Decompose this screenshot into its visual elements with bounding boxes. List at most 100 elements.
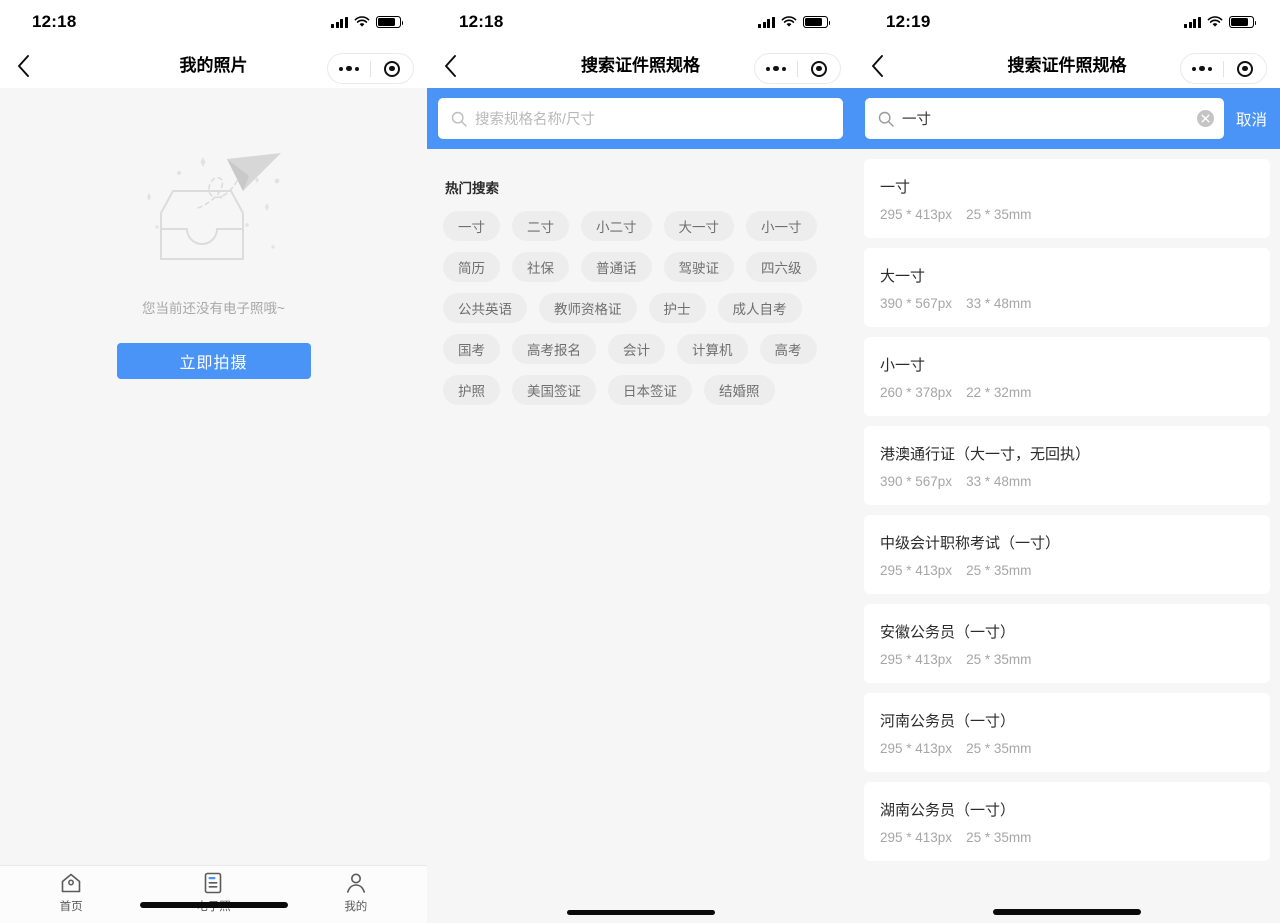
hot-search-tag[interactable]: 美国签证 (512, 375, 596, 405)
back-button[interactable] (427, 55, 473, 77)
spec-dimensions: 295 * 413px 25 * 35mm (880, 563, 1254, 578)
wechat-capsule (1180, 53, 1267, 84)
target-circle-icon (384, 60, 400, 77)
search-icon (878, 111, 894, 127)
hot-search-tag[interactable]: 社保 (512, 252, 569, 282)
spec-result-card[interactable]: 大一寸 390 * 567px 33 * 48mm (864, 248, 1270, 327)
status-bar: 12:18 (427, 0, 854, 44)
search-bar: 一寸 取消 (854, 88, 1280, 149)
status-bar: 12:18 (0, 0, 427, 44)
hot-search-tag[interactable]: 高考报名 (512, 334, 596, 364)
hot-search-tag[interactable]: 二寸 (512, 211, 569, 241)
spec-result-card[interactable]: 港澳通行证（大一寸，无回执） 390 * 567px 33 * 48mm (864, 426, 1270, 505)
spec-name: 大一寸 (880, 268, 926, 285)
spec-result-card[interactable]: 河南公务员（一寸） 295 * 413px 25 * 35mm (864, 693, 1270, 772)
screen-search-spec: 12:18 搜索证件照规格 搜索规格名称/尺寸 热门搜索 一寸 二寸 小二寸 大… (427, 0, 854, 923)
hot-search-tag[interactable]: 小一寸 (746, 211, 817, 241)
cancel-button[interactable]: 取消 (1224, 108, 1269, 130)
spec-result-card[interactable]: 安徽公务员（一寸） 295 * 413px 25 * 35mm (864, 604, 1270, 683)
spec-mm-size: 22 * 32mm (966, 385, 1032, 400)
tab-mine[interactable]: 我的 (285, 871, 427, 914)
status-time: 12:18 (32, 12, 77, 31)
search-value: 一寸 (902, 112, 931, 128)
wifi-icon (1207, 16, 1223, 27)
status-icons (1183, 16, 1257, 28)
spec-mm-size: 25 * 35mm (966, 830, 1032, 845)
nav-bar: 我的照片 (0, 44, 427, 88)
empty-state: 您当前还没有电子照哦~ 立即拍摄 (0, 88, 427, 379)
search-input[interactable]: 一寸 (865, 98, 1224, 139)
wechat-capsule (327, 53, 414, 84)
spec-pixel-size: 295 * 413px (880, 207, 953, 222)
more-menu-button[interactable] (328, 65, 370, 72)
hot-search-panel: 热门搜索 一寸 二寸 小二寸 大一寸 小一寸 简历 社保 普通话 驾驶证 四六级 公共英语 教师资格证… (427, 149, 854, 923)
wifi-icon (354, 16, 370, 27)
more-menu-button[interactable] (755, 65, 797, 72)
hot-search-tag[interactable]: 小二寸 (581, 211, 652, 241)
screenshot-root: 12:18 我的照片 您当前还没有电子照哦~ 立即拍摄 首页 我的 12:18 … (0, 0, 1280, 923)
hot-search-tag[interactable]: 国考 (443, 334, 500, 364)
spec-dimensions: 295 * 413px 25 * 35mm (880, 830, 1254, 845)
tab-home-label: 首页 (59, 901, 83, 913)
hot-search-tag[interactable]: 护士 (648, 293, 706, 323)
spec-name: 港澳通行证（大一寸，无回执） (880, 446, 1091, 463)
hot-search-tag[interactable]: 计算机 (677, 334, 748, 364)
spec-name: 中级会计职称考试（一寸） (880, 535, 1061, 552)
hot-search-tag[interactable]: 一寸 (443, 211, 500, 241)
spec-pixel-size: 260 * 378px (880, 385, 953, 400)
hot-search-tag[interactable]: 高考 (759, 334, 817, 364)
home-indicator (566, 910, 715, 915)
hot-search-tag[interactable]: 公共英语 (443, 293, 527, 323)
close-miniprogram-button[interactable] (798, 60, 840, 77)
clear-circle-icon[interactable] (1196, 110, 1214, 127)
status-icons (330, 16, 404, 28)
spec-dimensions: 260 * 378px 22 * 32mm (880, 385, 1254, 400)
hot-search-tag[interactable]: 教师资格证 (539, 293, 637, 323)
hot-search-tag[interactable]: 大一寸 (663, 211, 734, 241)
hot-search-tag[interactable]: 驾驶证 (663, 252, 734, 282)
home-indicator (139, 902, 288, 908)
chevron-left-icon (17, 55, 29, 77)
battery-icon (376, 16, 404, 28)
back-button[interactable] (0, 55, 46, 77)
hot-search-tag[interactable]: 成人自考 (717, 293, 802, 323)
tab-mine-label: 我的 (344, 901, 368, 913)
hot-search-tag-row: 一寸 二寸 小二寸 大一寸 小一寸 (441, 211, 840, 241)
spec-mm-size: 25 * 35mm (966, 563, 1032, 578)
more-menu-button[interactable] (1181, 65, 1223, 72)
target-circle-icon (1237, 60, 1253, 77)
spec-result-card[interactable]: 小一寸 260 * 378px 22 * 32mm (864, 337, 1270, 416)
spec-result-card[interactable]: 中级会计职称考试（一寸） 295 * 413px 25 * 35mm (864, 515, 1270, 594)
hot-search-tags: 一寸 二寸 小二寸 大一寸 小一寸 简历 社保 普通话 驾驶证 四六级 公共英语 教师资格证 护士 成人自… (441, 211, 840, 405)
search-bar: 搜索规格名称/尺寸 (427, 88, 854, 149)
home-indicator (993, 909, 1141, 915)
hot-search-tag[interactable]: 简历 (443, 252, 500, 282)
search-input[interactable]: 搜索规格名称/尺寸 (438, 98, 843, 139)
hot-search-tag[interactable]: 会计 (608, 334, 665, 364)
hot-search-tag[interactable]: 四六级 (746, 252, 817, 282)
spec-result-card[interactable]: 一寸 295 * 413px 25 * 35mm (864, 159, 1270, 238)
spec-result-card[interactable]: 湖南公务员（一寸） 295 * 413px 25 * 35mm (864, 782, 1270, 861)
close-miniprogram-button[interactable] (1224, 60, 1266, 77)
close-miniprogram-button[interactable] (371, 60, 413, 77)
empty-state-text: 您当前还没有电子照哦~ (142, 301, 285, 316)
back-button[interactable] (854, 55, 900, 77)
spec-name: 一寸 (880, 179, 911, 196)
hot-search-tag[interactable]: 日本签证 (608, 375, 692, 405)
spec-mm-size: 25 * 35mm (966, 741, 1032, 756)
battery-icon (1229, 16, 1257, 28)
hot-search-tag-row: 国考 高考报名 会计 计算机 高考 (441, 334, 840, 364)
status-time: 12:19 (886, 12, 931, 31)
hot-search-tag[interactable]: 结婚照 (704, 375, 775, 405)
cellular-signal-icon (757, 16, 775, 28)
nav-bar: 搜索证件照规格 (854, 44, 1280, 88)
hot-search-tag[interactable]: 护照 (443, 375, 500, 405)
status-bar: 12:19 (854, 0, 1280, 44)
take-photo-button[interactable]: 立即拍摄 (116, 343, 311, 379)
battery-icon (803, 16, 831, 28)
spec-name: 湖南公务员（一寸） (880, 802, 1016, 819)
empty-inbox-illustration (146, 153, 281, 260)
hot-search-tag[interactable]: 普通话 (581, 252, 652, 282)
tab-home[interactable]: 首页 (0, 871, 142, 914)
status-time: 12:18 (459, 12, 504, 31)
